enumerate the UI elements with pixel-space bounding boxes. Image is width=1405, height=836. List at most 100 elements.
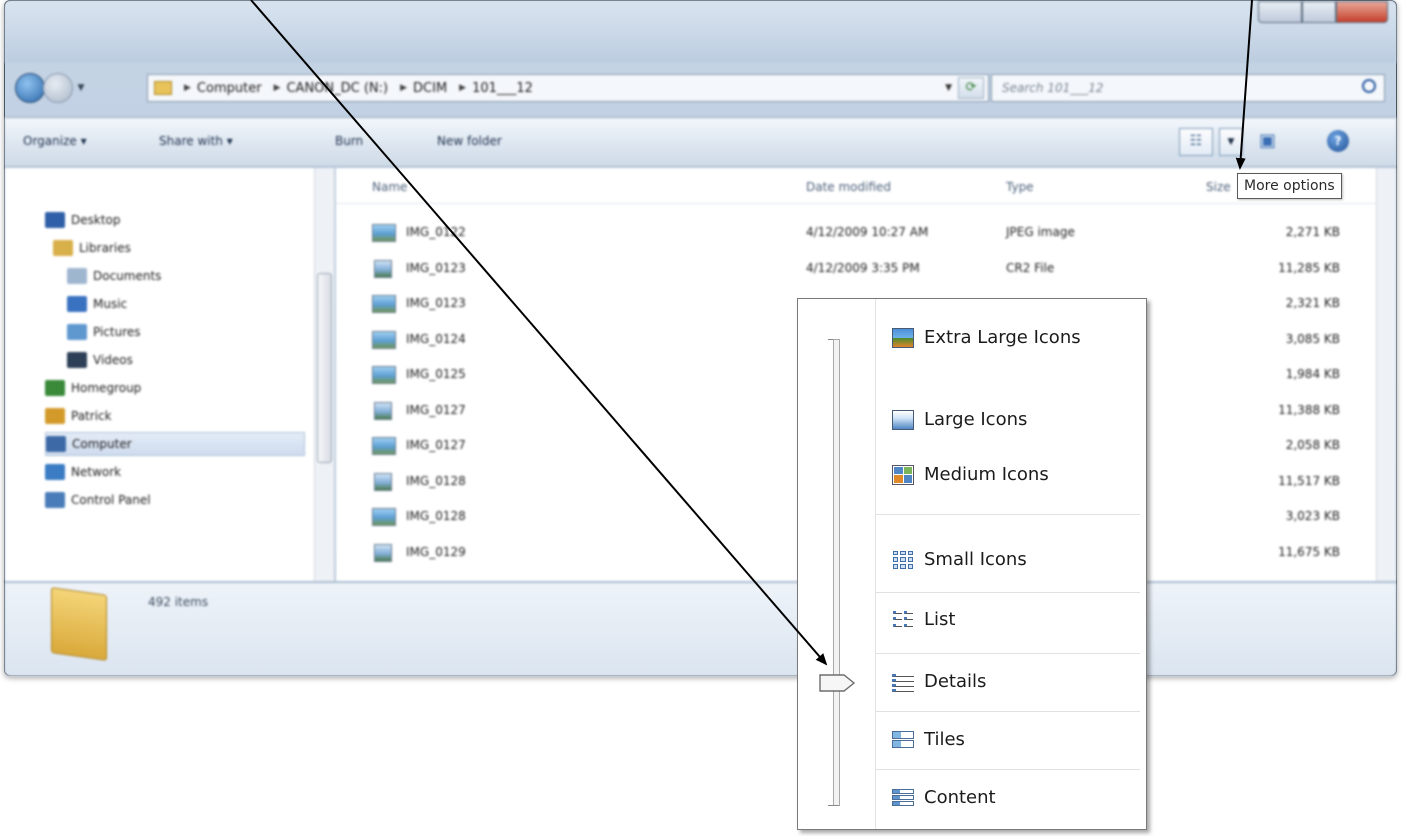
file-name: IMG_0128 — [406, 473, 466, 488]
preview-pane-icon[interactable]: ▣ — [1259, 130, 1283, 152]
new-folder-button[interactable]: New folder — [437, 134, 502, 148]
raw-image-icon — [374, 472, 392, 491]
menu-item-medium-icons[interactable]: Medium Icons — [892, 464, 1049, 485]
breadcrumb-computer[interactable]: Computer — [197, 81, 262, 96]
breadcrumb-dcim[interactable]: DCIM — [413, 81, 447, 96]
file-size: 11,285 KB — [1278, 260, 1340, 275]
file-size: 2,271 KB — [1285, 225, 1340, 239]
large-icons-icon — [892, 409, 914, 430]
command-bar: Organize ▾ Share with ▾ Burn New folder … — [5, 117, 1396, 167]
item-count: 492 items — [148, 595, 209, 609]
jpeg-image-icon — [372, 224, 396, 242]
jpeg-image-icon — [372, 330, 396, 349]
back-button[interactable] — [15, 73, 45, 103]
file-row[interactable]: IMG_0122 4/12/2009 10:27 AM JPEG image 2,27… — [336, 220, 1374, 246]
network-icon — [45, 464, 65, 480]
refresh-button[interactable]: ⟳ — [958, 77, 984, 99]
content-icon — [892, 788, 914, 808]
column-type[interactable]: Type — [1006, 180, 1034, 194]
details-pane: 492 items — [5, 582, 1396, 676]
view-slider-thumb[interactable] — [818, 673, 856, 693]
maximize-button[interactable] — [1302, 1, 1336, 23]
nav-item-label: Computer — [72, 437, 132, 451]
file-row[interactable]: IMG_0123 4/12/2009 3:35 PM CR2 File 11,285 … — [336, 256, 1374, 282]
file-list-scrollbar[interactable] — [1376, 168, 1396, 581]
recent-pages-dropdown[interactable]: ▼ — [75, 83, 87, 93]
file-type: CR2 File — [1006, 260, 1055, 275]
file-name: IMG_0128 — [406, 509, 466, 523]
help-icon[interactable]: ? — [1327, 130, 1349, 152]
file-name: IMG_0123 — [406, 296, 466, 310]
share-with-button[interactable]: Share with ▾ — [159, 134, 233, 148]
nav-item-control-panel[interactable]: Control Panel — [45, 488, 151, 512]
nav-scrollbar[interactable] — [314, 168, 334, 581]
address-bar[interactable]: ▶ Computer ▶ CANON_DC (N:) ▶ DCIM ▶ 101_… — [147, 74, 989, 102]
nav-item-videos[interactable]: Videos — [67, 348, 133, 372]
menu-item-list[interactable]: List — [892, 609, 955, 630]
jpeg-image-icon — [372, 295, 396, 313]
nav-item-patrick[interactable]: Patrick — [45, 404, 112, 428]
breadcrumb-folder[interactable]: 101___12 — [472, 81, 533, 96]
search-input[interactable]: Search 101___12 — [991, 74, 1385, 102]
jpeg-image-icon — [372, 508, 396, 526]
homegroup-icon — [45, 380, 65, 396]
nav-item-label: Videos — [93, 353, 133, 367]
nav-scrollbar-thumb[interactable] — [317, 273, 332, 463]
nav-item-desktop[interactable]: Desktop — [45, 208, 121, 232]
organize-button[interactable]: Organize ▾ — [23, 134, 87, 148]
menu-item-tiles[interactable]: Tiles — [892, 729, 965, 750]
nav-item-homegroup[interactable]: Homegroup — [45, 376, 141, 400]
view-menu: Extra Large Icons Large Icons Medium Ico… — [797, 298, 1147, 830]
raw-image-icon — [374, 259, 392, 278]
forward-button[interactable] — [43, 73, 73, 103]
navigation-pane: Desktop Libraries Documents Music Pictures Vi… — [5, 168, 335, 581]
details-icon — [892, 672, 914, 692]
change-view-button[interactable]: ☷ — [1179, 128, 1213, 156]
folder-icon — [154, 81, 172, 95]
nav-item-label: Libraries — [79, 241, 131, 255]
file-name: IMG_0123 — [406, 260, 466, 275]
nav-item-libraries[interactable]: Libraries — [53, 236, 131, 260]
address-history-dropdown[interactable]: ▼ — [945, 83, 952, 93]
breadcrumb-drive[interactable]: CANON_DC (N:) — [286, 81, 388, 96]
menu-item-extra-large-icons[interactable]: Extra Large Icons — [892, 327, 1081, 348]
nav-item-label: Music — [93, 297, 128, 311]
menu-item-content[interactable]: Content — [892, 787, 996, 808]
folder-icon — [51, 587, 107, 661]
burn-button[interactable]: Burn — [335, 134, 363, 148]
explorer-window: ▼ ▶ Computer ▶ CANON_DC (N:) ▶ DCIM ▶ 10… — [4, 0, 1397, 676]
raw-image-icon — [374, 401, 392, 420]
nav-item-music[interactable]: Music — [67, 292, 127, 316]
file-size: 11,675 KB — [1278, 544, 1340, 559]
minimize-button[interactable] — [1258, 1, 1302, 23]
extra-large-icons-icon — [892, 327, 914, 348]
nav-item-computer[interactable]: Computer — [45, 432, 305, 456]
nav-item-label: Desktop — [71, 213, 121, 227]
desktop-icon — [45, 212, 65, 228]
tiles-icon — [892, 730, 914, 750]
nav-item-label: Homegroup — [71, 381, 142, 395]
menu-item-large-icons[interactable]: Large Icons — [892, 409, 1027, 430]
nav-item-pictures[interactable]: Pictures — [67, 320, 141, 344]
file-size: 2,321 KB — [1285, 296, 1340, 310]
videos-icon — [67, 352, 87, 368]
column-size[interactable]: Size — [1206, 180, 1231, 194]
computer-icon — [46, 436, 66, 452]
column-name[interactable]: Name — [372, 180, 407, 194]
nav-item-documents[interactable]: Documents — [67, 264, 161, 288]
more-options-dropdown[interactable]: ▼ — [1219, 128, 1243, 156]
file-size: 2,058 KB — [1285, 438, 1340, 452]
control-panel-icon — [45, 492, 65, 508]
search-placeholder: Search 101___12 — [1002, 81, 1104, 95]
menu-item-small-icons[interactable]: Small Icons — [892, 549, 1027, 570]
view-slider-track[interactable] — [833, 339, 840, 806]
menu-item-details[interactable]: Details — [892, 671, 986, 692]
file-size: 3,085 KB — [1285, 331, 1340, 346]
nav-item-label: Network — [71, 465, 122, 479]
file-date: 4/12/2009 10:27 AM — [806, 225, 929, 239]
nav-item-label: Patrick — [71, 409, 112, 423]
close-button[interactable] — [1336, 1, 1388, 23]
column-date-modified[interactable]: Date modified — [806, 180, 891, 194]
nav-item-network[interactable]: Network — [45, 460, 121, 484]
jpeg-image-icon — [372, 437, 396, 455]
